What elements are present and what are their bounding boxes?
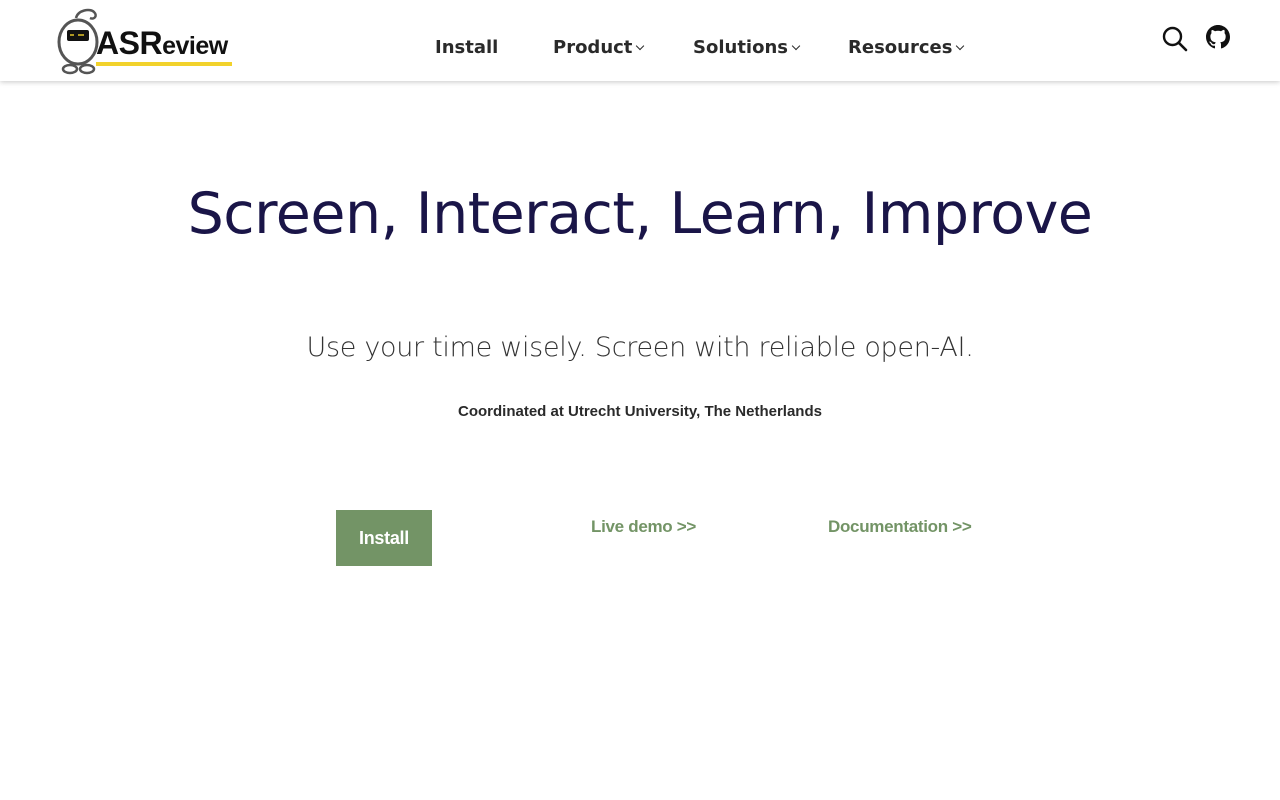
site-header: ASReview Install Product Solutions Resou… [0,0,1280,81]
documentation-link[interactable]: Documentation >> [828,516,972,538]
nav-item-product[interactable]: Product [553,36,645,60]
search-icon [1162,26,1188,52]
install-button[interactable]: Install [336,510,432,566]
chevron-down-icon [636,41,645,51]
live-demo-link[interactable]: Live demo >> [591,516,696,538]
main-nav: Install Product Solutions Resources [0,0,1280,81]
nav-item-label: Resources [848,37,953,58]
nav-item-label: Install [435,37,499,58]
nav-item-label: Solutions [693,37,788,58]
nav-item-label: Product [553,37,633,58]
hero-coordination: Coordinated at Utrecht University, The N… [458,403,822,420]
nav-item-install[interactable]: Install [435,36,498,60]
nav-item-resources[interactable]: Resources [848,36,965,60]
github-icon [1206,25,1230,49]
search-button[interactable] [1161,25,1189,57]
github-button[interactable] [1206,25,1230,53]
hero-subtitle: Use your time wisely. Screen with reliab… [306,332,974,363]
chevron-down-icon [956,41,965,51]
nav-item-solutions[interactable]: Solutions [693,36,801,60]
hero-title: Screen, Interact, Learn, Improve [187,181,1093,247]
chevron-down-icon [791,41,801,51]
